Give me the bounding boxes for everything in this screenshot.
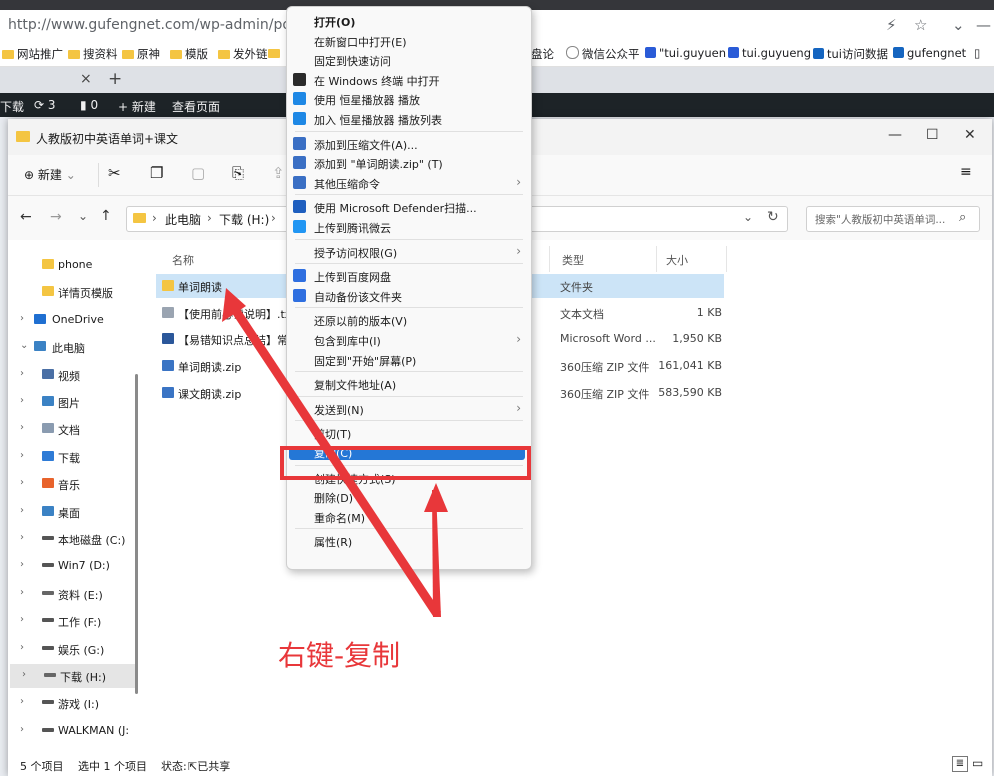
annotation-caption: 右键-复制 [278, 639, 401, 672]
annotation-arrowhead [424, 483, 448, 512]
annotation-highlight-box [280, 446, 531, 480]
annotation-arrows [222, 288, 448, 617]
